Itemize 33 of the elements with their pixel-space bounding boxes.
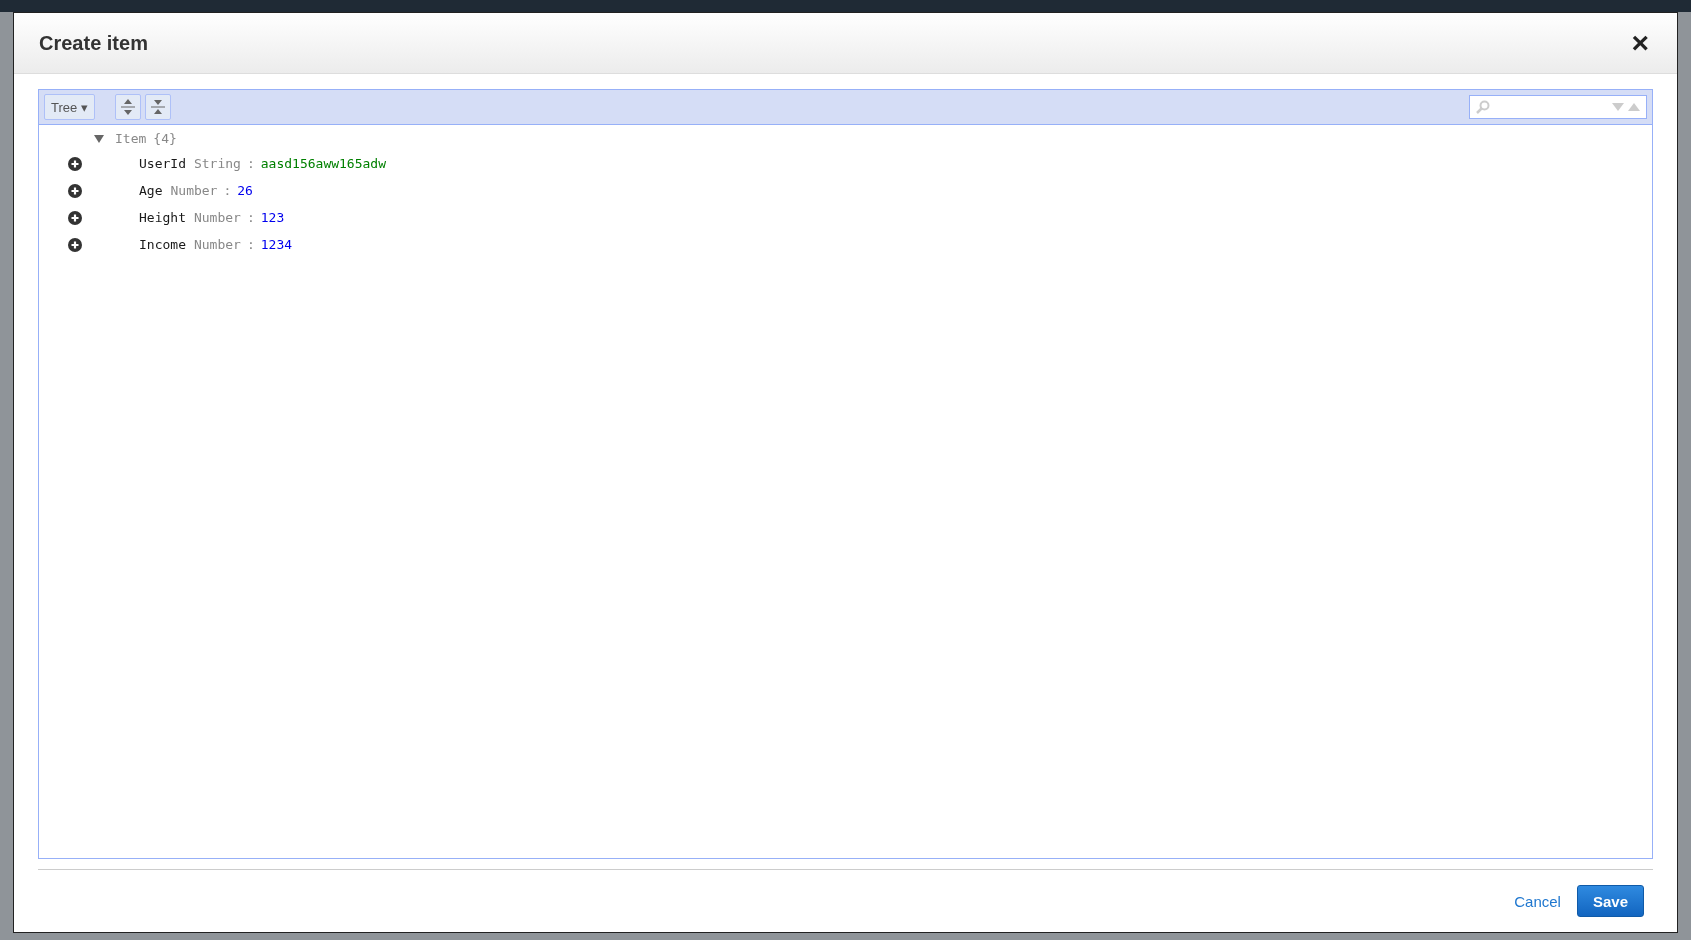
field-name: Height — [139, 210, 186, 225]
expand-icon — [120, 99, 135, 115]
add-icon[interactable] — [68, 237, 82, 252]
field-type: Number — [193, 237, 241, 252]
field-name: Age — [139, 183, 163, 198]
cancel-link[interactable]: Cancel — [1514, 892, 1561, 910]
field-type: Number — [170, 183, 218, 198]
search-icon — [1476, 100, 1490, 114]
collapse-icon — [150, 99, 165, 115]
field-type: Number — [193, 210, 241, 225]
field-value[interactable]: 26 — [237, 183, 253, 198]
item-count: {4} — [153, 131, 177, 146]
mode-dropdown[interactable]: Tree ▾ — [44, 94, 95, 120]
close-button[interactable]: × — [1627, 28, 1653, 58]
save-button[interactable]: Save — [1576, 885, 1644, 917]
field-name: UserId — [139, 156, 186, 171]
field-type: String — [193, 156, 241, 171]
expand-all-button[interactable] — [114, 94, 141, 120]
separator: : — [246, 237, 255, 252]
add-icon[interactable] — [68, 210, 82, 225]
add-icon[interactable] — [68, 183, 82, 198]
collapse-all-button[interactable] — [144, 94, 171, 120]
separator: : — [223, 183, 232, 198]
caret-icon[interactable] — [94, 134, 104, 143]
field-name: Income — [139, 237, 186, 252]
field-value[interactable]: aasd156aww165adw — [260, 156, 386, 171]
add-icon[interactable] — [68, 156, 82, 171]
separator: : — [246, 156, 255, 171]
root-label: Item — [115, 131, 147, 146]
field-value[interactable]: 1234 — [260, 237, 293, 252]
dialog-title: Create item — [39, 31, 149, 55]
separator: : — [246, 210, 255, 225]
field-value[interactable]: 123 — [260, 210, 285, 225]
